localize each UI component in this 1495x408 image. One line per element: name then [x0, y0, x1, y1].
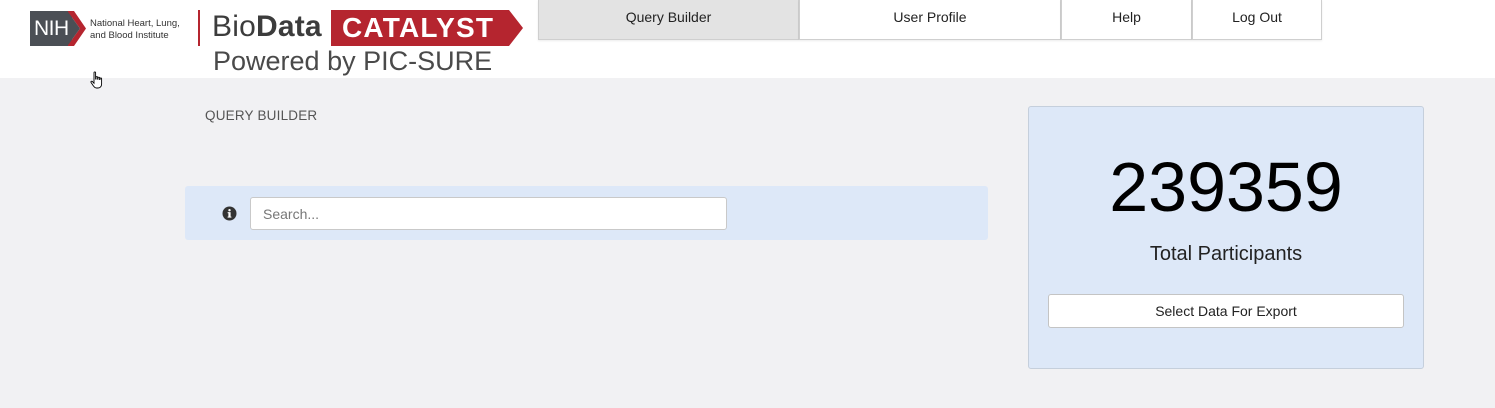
biodata-wordmark: BioData — [212, 9, 322, 45]
nih-logo-text: NIH — [34, 17, 69, 40]
app-header: NIH National Heart, Lung, and Blood Inst… — [0, 0, 1495, 78]
page-title: QUERY BUILDER — [205, 108, 318, 123]
logo-divider — [198, 10, 200, 46]
data-text: Data — [255, 10, 322, 43]
bio-text: Bio — [212, 10, 256, 43]
powered-by-text: Powered by PIC-SURE — [213, 46, 493, 76]
total-participants-label: Total Participants — [1149, 243, 1303, 265]
tab-user-profile[interactable]: User Profile — [799, 0, 1061, 40]
select-data-for-export-button[interactable]: Select Data For Export — [1048, 294, 1404, 328]
hand-cursor-icon — [90, 71, 103, 89]
total-participants-count: 239359 — [1109, 148, 1343, 226]
tab-query-builder[interactable]: Query Builder — [538, 0, 799, 40]
tab-log-out[interactable]: Log Out — [1192, 0, 1322, 40]
institute-name-line1: National Heart, Lung, — [90, 18, 180, 29]
participant-stats-card: 239359 Total Participants Select Data Fo… — [1028, 106, 1424, 369]
catalyst-text: CATALYST — [342, 12, 495, 43]
institute-name: National Heart, Lung, and Blood Institut… — [90, 18, 200, 42]
nih-logo-arrow — [68, 11, 86, 46]
institute-name-line2: and Blood Institute — [90, 30, 169, 41]
info-circle-icon[interactable] — [222, 206, 237, 221]
search-input[interactable] — [250, 197, 727, 230]
nih-logo: NIH — [30, 11, 72, 46]
tab-help[interactable]: Help — [1061, 0, 1192, 40]
